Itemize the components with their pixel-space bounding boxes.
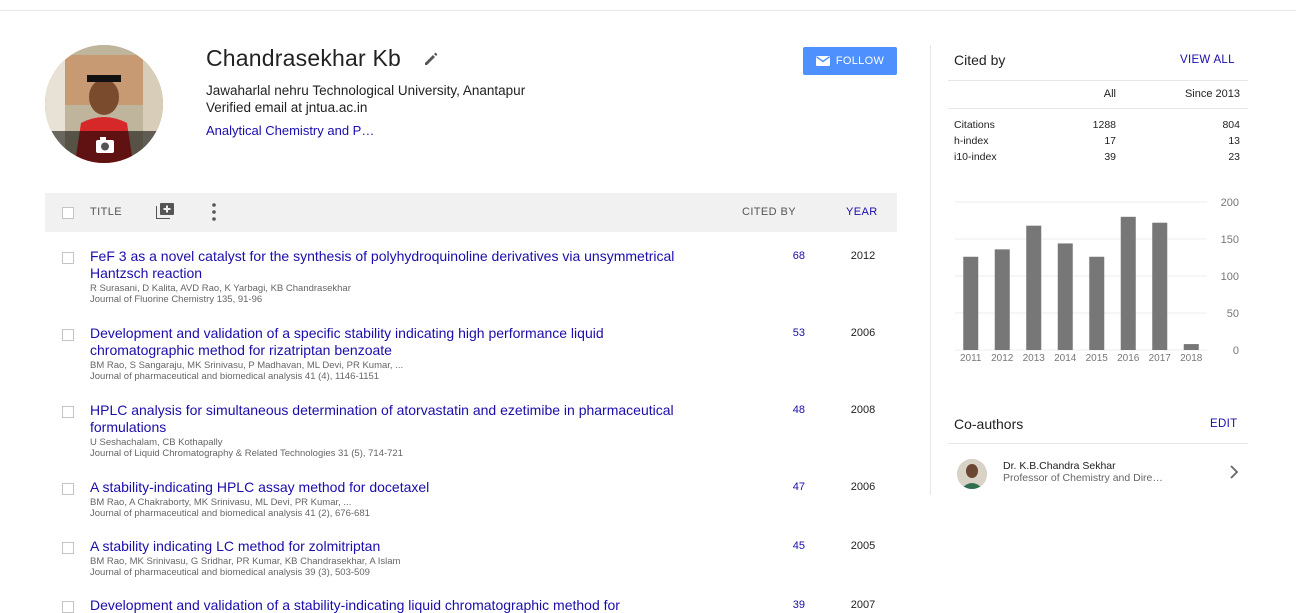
article-authors: BM Rao, S Sangaraju, MK Srinivasu, P Mad… bbox=[90, 360, 404, 371]
metric-all-value: 17 bbox=[1104, 135, 1116, 147]
cited-by-divider bbox=[948, 80, 1248, 81]
article-checkbox[interactable] bbox=[62, 252, 74, 264]
article-checkbox[interactable] bbox=[62, 406, 74, 418]
metric-all-value: 39 bbox=[1104, 151, 1116, 163]
chart-bar-2013[interactable] bbox=[1026, 225, 1042, 350]
chart-y-tick-label: 50 bbox=[1227, 308, 1239, 320]
chart-x-tick-label: 2016 bbox=[1117, 353, 1140, 364]
profile-avatar[interactable] bbox=[45, 45, 163, 163]
article-year: 2007 bbox=[850, 599, 876, 611]
article-title-link[interactable]: Development and validation of a stabilit… bbox=[90, 597, 710, 613]
mail-icon bbox=[815, 56, 830, 66]
chart-bar-2014[interactable] bbox=[1057, 243, 1073, 350]
metric-label: h-index bbox=[954, 135, 989, 147]
coauthor-avatar[interactable] bbox=[957, 459, 987, 489]
chart-x-tick-label: 2017 bbox=[1149, 353, 1172, 364]
chart-x-tick-label: 2011 bbox=[960, 353, 982, 364]
coauthor-photo bbox=[957, 459, 987, 489]
metric-since-value: 13 bbox=[1228, 135, 1240, 147]
chart-y-tick-label: 0 bbox=[1233, 345, 1239, 357]
profile-name: Chandrasekhar Kb bbox=[206, 45, 401, 71]
article-cited-by-link[interactable]: 68 bbox=[769, 250, 805, 262]
article-venue: Journal of pharmaceutical and biomedical… bbox=[90, 567, 370, 578]
top-divider bbox=[0, 10, 1296, 11]
article-title-link[interactable]: A stability-indicating HPLC assay method… bbox=[90, 479, 710, 496]
follow-button[interactable]: FOLLOW bbox=[803, 47, 897, 75]
article-year: 2012 bbox=[850, 250, 876, 262]
chart-y-tick-label: 100 bbox=[1221, 271, 1239, 283]
chevron-right-icon[interactable] bbox=[1229, 465, 1239, 479]
chart-bar-2018[interactable] bbox=[1183, 344, 1199, 350]
article-cited-by-link[interactable]: 53 bbox=[769, 327, 805, 339]
select-all-checkbox[interactable] bbox=[62, 207, 74, 219]
profile-interest-link[interactable]: Analytical Chemistry and P… bbox=[206, 123, 374, 138]
article-cited-by-link[interactable]: 47 bbox=[769, 481, 805, 493]
chart-bar-2017[interactable] bbox=[1152, 222, 1168, 350]
chart-x-tick-label: 2014 bbox=[1054, 353, 1077, 364]
article-checkbox[interactable] bbox=[62, 329, 74, 341]
sort-by-title[interactable]: TITLE bbox=[90, 206, 122, 218]
article-title-link[interactable]: Development and validation of a specific… bbox=[90, 325, 710, 359]
article-cited-by-link[interactable]: 39 bbox=[769, 599, 805, 611]
article-cited-by-link[interactable]: 48 bbox=[769, 404, 805, 416]
article-year: 2006 bbox=[850, 481, 876, 493]
article-venue: Journal of Liquid Chromatography & Relat… bbox=[90, 448, 403, 459]
metric-since-value: 23 bbox=[1228, 151, 1240, 163]
cited-by-heading: Cited by bbox=[954, 52, 1006, 68]
citations-bar-chart: 0 50 100 150 200 2011 2012 2013 2014 2015 2016 2017… bbox=[955, 197, 1239, 364]
add-article-icon[interactable] bbox=[156, 203, 174, 219]
coauthors-divider bbox=[948, 443, 1248, 444]
chart-bar-2011[interactable] bbox=[963, 256, 979, 350]
article-year: 2005 bbox=[850, 540, 876, 552]
article-checkbox[interactable] bbox=[62, 483, 74, 495]
chart-y-tick-label: 200 bbox=[1221, 197, 1239, 209]
profile-photo bbox=[45, 45, 163, 163]
article-checkbox[interactable] bbox=[62, 542, 74, 554]
metric-label: Citations bbox=[954, 119, 995, 131]
more-vert-icon[interactable] bbox=[212, 203, 216, 221]
coauthor-affiliation: Professor of Chemistry and Dire… bbox=[1003, 472, 1163, 484]
article-year: 2006 bbox=[850, 327, 876, 339]
chart-y-tick-label: 150 bbox=[1221, 234, 1239, 246]
article-checkbox[interactable] bbox=[62, 601, 74, 613]
chart-x-tick-label: 2018 bbox=[1180, 353, 1203, 364]
article-venue: Journal of pharmaceutical and biomedical… bbox=[90, 371, 380, 382]
chart-x-tick-label: 2015 bbox=[1086, 353, 1109, 364]
article-authors: R Surasani, D Kalita, AVD Rao, K Yarbagi… bbox=[90, 283, 351, 294]
column-header-all: All bbox=[1103, 88, 1116, 100]
profile-affiliation: Jawaharlal nehru Technological Universit… bbox=[206, 83, 526, 98]
article-venue: Journal of pharmaceutical and biomedical… bbox=[90, 508, 370, 519]
article-year: 2008 bbox=[850, 404, 876, 416]
article-authors: BM Rao, MK Srinivasu, G Sridhar, PR Kuma… bbox=[90, 556, 401, 567]
edit-pencil-icon[interactable] bbox=[423, 51, 439, 67]
chart-bar-2012[interactable] bbox=[994, 249, 1010, 350]
article-authors: U Seshachalam, CB Kothapally bbox=[90, 437, 223, 448]
coauthors-heading: Co-authors bbox=[954, 416, 1024, 432]
view-all-link[interactable]: VIEW ALL bbox=[1180, 54, 1235, 66]
articles-table-header: TITLE CITED BY YEAR bbox=[45, 193, 897, 232]
sort-by-cited[interactable]: CITED BY bbox=[742, 206, 796, 218]
chart-bar-2016[interactable] bbox=[1120, 216, 1136, 350]
column-header-since: Since 2013 bbox=[1184, 88, 1240, 100]
metric-all-value: 1288 bbox=[1092, 119, 1116, 131]
article-cited-by-link[interactable]: 45 bbox=[769, 540, 805, 552]
chart-x-tick-label: 2013 bbox=[1023, 353, 1046, 364]
coauthors-edit-link[interactable]: EDIT bbox=[1210, 418, 1237, 430]
chart-bar-2015[interactable] bbox=[1089, 256, 1105, 350]
article-title-link[interactable]: A stability indicating LC method for zol… bbox=[90, 538, 710, 555]
sort-by-year[interactable]: YEAR bbox=[846, 206, 878, 218]
article-authors: BM Rao, A Chakraborty, MK Srinivasu, ML … bbox=[90, 497, 352, 508]
metric-since-value: 804 bbox=[1222, 119, 1240, 131]
profile-email: Verified email at jntua.ac.in bbox=[206, 100, 368, 115]
article-title-link[interactable]: FeF 3 as a novel catalyst for the synthe… bbox=[90, 248, 710, 282]
metrics-divider bbox=[948, 108, 1248, 109]
sidebar-divider bbox=[930, 45, 931, 495]
metric-label: i10-index bbox=[954, 151, 997, 163]
coauthor-name-link[interactable]: Dr. K.B.Chandra Sekhar bbox=[1003, 460, 1116, 472]
article-venue: Journal of Fluorine Chemistry 135, 91-96 bbox=[90, 294, 263, 305]
chart-x-tick-label: 2012 bbox=[991, 353, 1014, 364]
article-title-link[interactable]: HPLC analysis for simultaneous determina… bbox=[90, 402, 710, 436]
follow-label: FOLLOW bbox=[835, 55, 885, 67]
